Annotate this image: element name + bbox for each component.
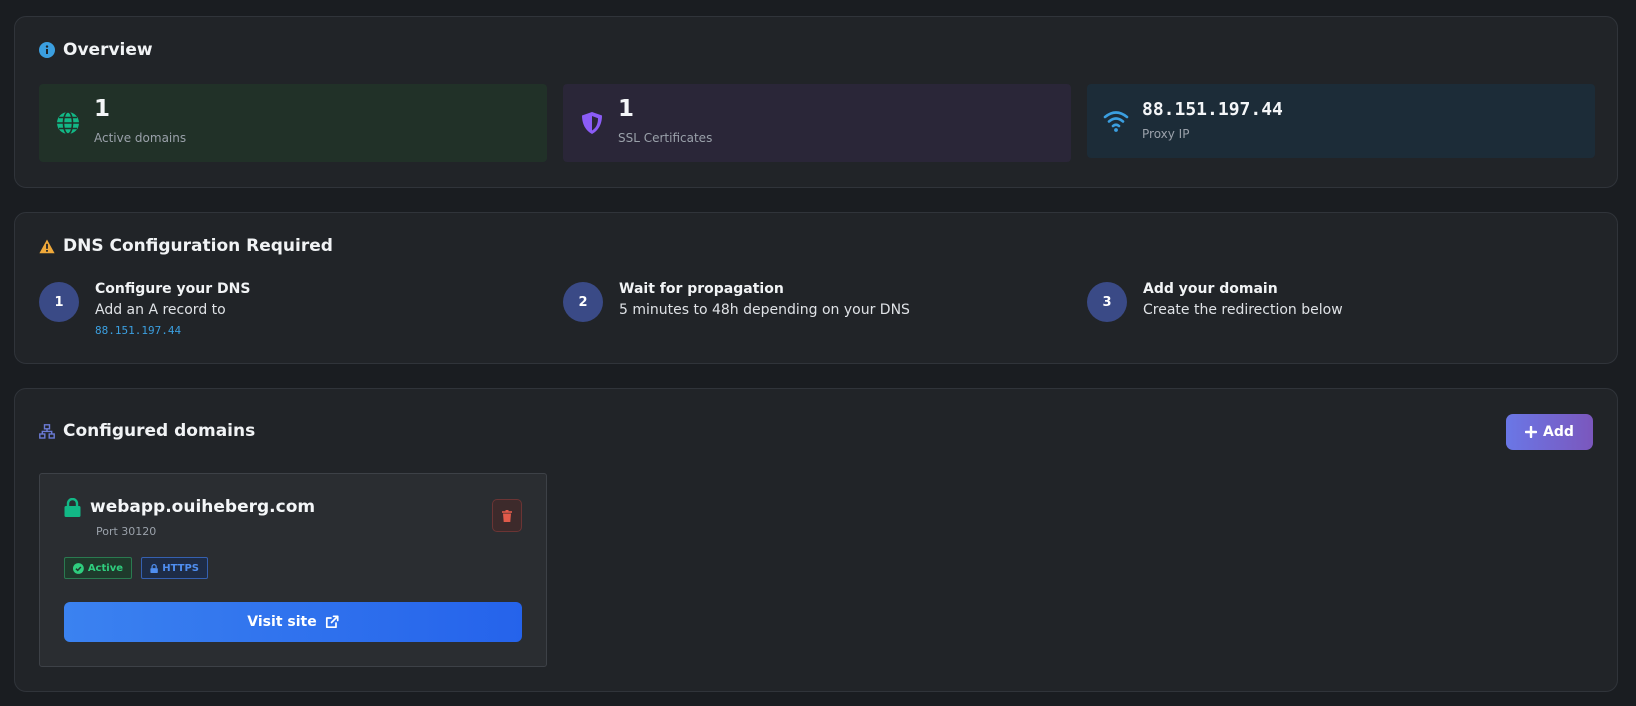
badge-label: Active <box>87 562 123 574</box>
badge-label: HTTPS <box>162 562 199 574</box>
dns-step-2: 2 Wait for propagation 5 minutes to 48h … <box>563 281 1063 343</box>
dns-step-1: 1 Configure your DNS Add an A record to … <box>39 281 539 343</box>
status-badge-active: Active <box>64 557 132 579</box>
warning-icon <box>39 239 55 253</box>
stat-label: SSL Certificates <box>618 131 713 145</box>
dns-step-3: 3 Add your domain Create the redirection… <box>1087 281 1587 343</box>
visit-site-button[interactable]: Visit site <box>64 602 522 642</box>
step-title: Add your domain <box>1143 281 1278 297</box>
stat-value: 1 <box>618 96 635 122</box>
info-icon <box>39 42 55 58</box>
lock-icon <box>150 563 158 573</box>
overview-title-text: Overview <box>63 40 153 60</box>
step-number: 1 <box>39 282 79 322</box>
external-link-icon <box>325 615 339 629</box>
plus-icon <box>1525 426 1538 438</box>
wifi-icon <box>1103 111 1129 132</box>
step-description: 5 minutes to 48h depending on your DNS <box>619 302 910 318</box>
domains-title: Configured domains <box>39 421 255 441</box>
stat-value: 1 <box>94 96 111 122</box>
add-domain-button[interactable]: Add <box>1506 414 1593 450</box>
stat-value: 88.151.197.44 <box>1142 99 1283 120</box>
stat-ssl-certificates: 1 SSL Certificates <box>563 84 1071 162</box>
overview-title: Overview <box>39 40 153 60</box>
sitemap-icon <box>39 423 55 439</box>
domain-name: webapp.ouiheberg.com <box>90 497 316 517</box>
check-circle-icon <box>73 562 84 574</box>
domains-title-text: Configured domains <box>63 421 256 441</box>
overview-card: Overview 1 Active domains 1 SSL Certific… <box>14 16 1618 188</box>
stat-label: Active domains <box>94 131 187 145</box>
stat-active-domains: 1 Active domains <box>39 84 547 162</box>
step-number: 2 <box>563 282 603 322</box>
domain-card: webapp.ouiheberg.com Port 30120 Active H… <box>39 473 547 667</box>
visit-site-label: Visit site <box>247 614 317 630</box>
shield-icon <box>582 112 602 134</box>
dns-config-card: DNS Configuration Required 1 Configure y… <box>14 212 1618 364</box>
step-description: Create the redirection below <box>1143 302 1343 318</box>
add-button-label: Add <box>1543 424 1574 440</box>
configured-domains-card: Configured domains Add webapp.ouiheberg.… <box>14 388 1618 692</box>
step-title: Configure your DNS <box>95 281 251 297</box>
step-ip: 88.151.197.44 <box>95 324 182 337</box>
step-description: Add an A record to <box>95 302 226 318</box>
stat-proxy-ip: 88.151.197.44 Proxy IP <box>1087 84 1595 158</box>
dns-title: DNS Configuration Required <box>39 236 333 256</box>
globe-icon <box>57 111 79 135</box>
domain-port: Port 30120 <box>96 525 157 538</box>
step-title: Wait for propagation <box>619 281 784 297</box>
step-number: 3 <box>1087 282 1127 322</box>
trash-icon <box>502 509 512 522</box>
stat-label: Proxy IP <box>1142 127 1190 141</box>
delete-domain-button[interactable] <box>492 499 522 532</box>
dns-title-text: DNS Configuration Required <box>63 236 333 256</box>
lock-icon <box>64 498 81 517</box>
protocol-badge-https: HTTPS <box>141 557 208 579</box>
